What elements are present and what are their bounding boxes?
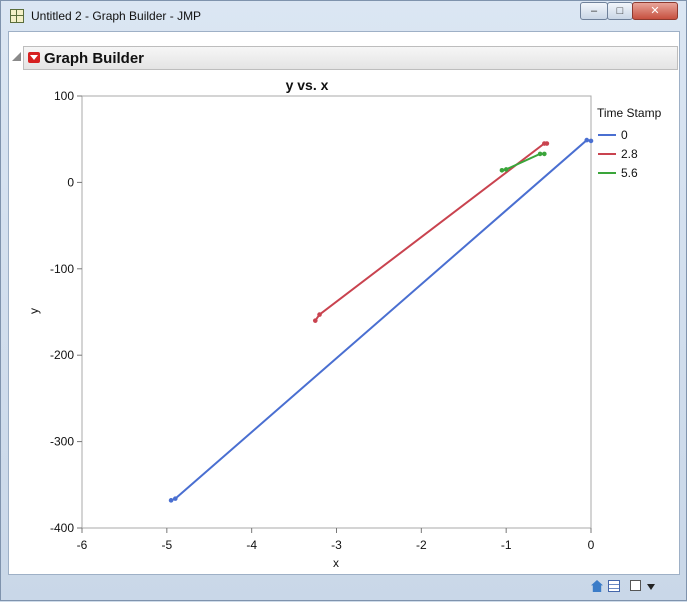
x-axis-label: x	[333, 556, 339, 570]
y-tick-label: 0	[67, 175, 74, 189]
data-point	[588, 138, 594, 144]
chart-title: y vs. x	[286, 77, 329, 93]
legend-label: 2.8	[621, 147, 638, 161]
layout-box-icon[interactable]	[630, 580, 641, 591]
legend[interactable]: Time Stamp 0 2.8 5.6	[597, 106, 662, 180]
x-tick-label: -1	[501, 538, 512, 552]
data-point	[168, 498, 174, 503]
x-tick-label: -3	[331, 538, 342, 552]
y-tick-label: -200	[50, 348, 74, 362]
legend-label: 5.6	[621, 166, 638, 180]
app-window: Untitled 2 - Graph Builder - JMP – □ ✕ G…	[0, 0, 687, 601]
x-tick-label: -4	[246, 538, 257, 552]
data-point	[499, 168, 505, 173]
home-icon[interactable]	[591, 580, 603, 592]
data-point	[317, 312, 322, 317]
plot-frame	[81, 95, 592, 529]
legend-label: 0	[621, 128, 628, 142]
status-bar	[8, 575, 680, 597]
x-axis: -6 -5 -4 -3 -2 -1 0	[77, 528, 595, 552]
y-tick-label: -300	[50, 435, 74, 449]
x-tick-label: -6	[77, 538, 88, 552]
data-point	[544, 141, 550, 146]
y-axis-label: y	[27, 308, 41, 314]
data-point	[542, 151, 547, 157]
data-table-icon[interactable]	[608, 580, 620, 592]
y-tick-label: -400	[50, 521, 74, 535]
data-point	[584, 137, 590, 143]
data-point	[173, 496, 178, 501]
x-tick-label: -5	[161, 538, 172, 552]
y-axis: 100 0 -100 -200 -300 -400	[50, 89, 82, 535]
dropdown-arrow-icon[interactable]	[647, 584, 655, 590]
data-point	[312, 318, 318, 323]
data-point	[503, 167, 509, 172]
chart-svg: y vs. x -6 -5 -4 -3 -2 -1 0 100 0 -100 -200 -300 -4…	[27, 77, 662, 570]
x-tick-label: 0	[588, 538, 595, 552]
y-tick-label: 100	[54, 89, 74, 103]
y-tick-label: -100	[50, 262, 74, 276]
legend-title: Time Stamp	[597, 106, 662, 120]
data-point	[537, 151, 543, 157]
x-tick-label: -2	[416, 538, 427, 552]
